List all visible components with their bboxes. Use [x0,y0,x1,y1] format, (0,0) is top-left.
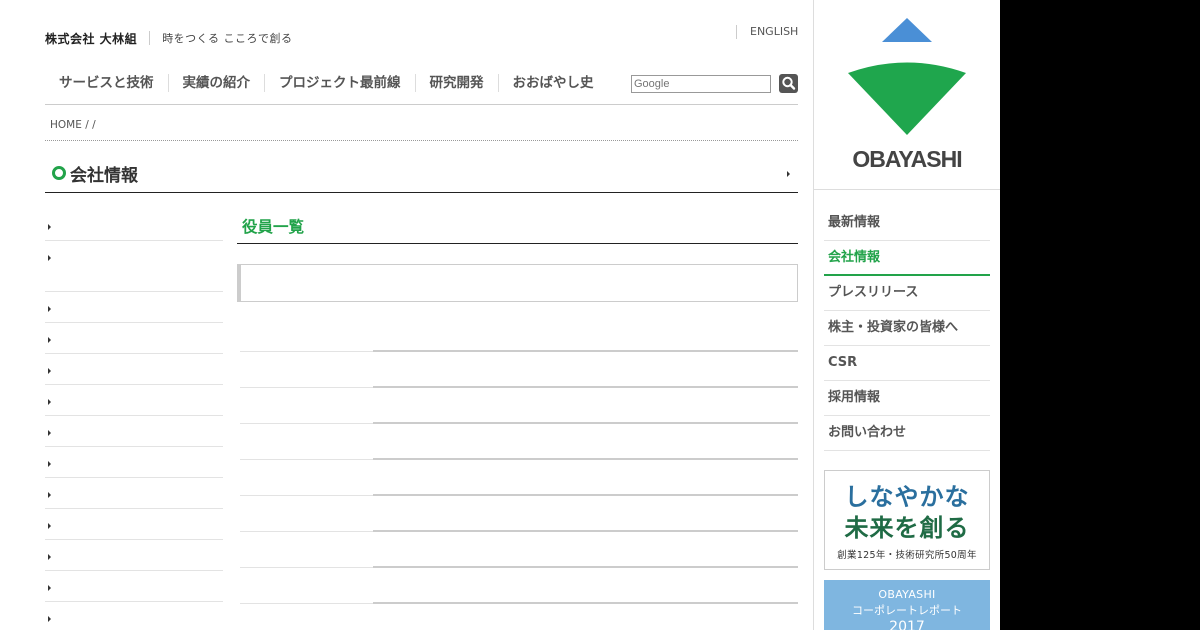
arrow-right-icon [48,430,51,436]
arrow-right-icon [48,255,51,261]
gnav-item-services[interactable]: サービスと技術 [45,74,169,92]
report-year: 2017 [889,619,925,630]
banner-headline-2: 未来を創る [844,514,970,542]
table-row [240,424,798,460]
ring-icon [52,166,66,180]
search-icon [782,76,796,90]
local-nav-item[interactable] [45,210,223,241]
main-header: 役員一覧 [237,210,798,244]
local-nav-item[interactable] [45,602,223,630]
banner-subtitle: 創業125年・技術研究所50周年 [837,550,977,561]
section-header: 会社情報 [45,160,798,193]
logo-wordmark: OBAYASHI [852,146,962,172]
arrow-right-icon [48,337,51,343]
obayashi-logo-icon [848,18,966,135]
snav-item-press[interactable]: プレスリリース [824,276,990,311]
local-nav-item[interactable] [45,478,223,509]
local-nav-item[interactable] [45,241,223,292]
arrow-right-icon [48,616,51,622]
table-row [240,532,798,568]
snav-item-contact[interactable]: お問い合わせ [824,416,990,451]
english-link[interactable]: ENGLISH [736,25,798,39]
arrow-right-icon [48,368,51,374]
local-nav-item[interactable] [45,540,223,571]
local-nav-item[interactable] [45,323,223,354]
global-nav: サービスと技術 実績の紹介 プロジェクト最前線 研究開発 おおばやし史 [45,72,608,94]
gnav-item-history[interactable]: おおばやし史 [499,74,608,92]
breadcrumb[interactable]: HOME / / [50,119,96,131]
brand-divider [149,31,151,45]
table-row [240,352,798,388]
local-nav [45,210,223,630]
table-row [240,496,798,532]
header-divider [45,104,798,105]
snav-item-recruit[interactable]: 採用情報 [824,381,990,416]
right-sidebar: OBAYASHI 最新情報 会社情報 プレスリリース 株主・投資家の皆様へ CS… [813,0,1000,630]
arrow-right-icon [48,399,51,405]
company-tagline: 時をつくる こころで創る [162,32,293,45]
anniversary-banner[interactable]: しなやかな 未来を創る 創業125年・技術研究所50周年 [824,470,990,570]
arrow-right-icon [48,461,51,467]
table-row [240,568,798,604]
snav-item-investors[interactable]: 株主・投資家の皆様へ [824,311,990,346]
table-row [240,460,798,496]
arrow-right-icon [48,224,51,230]
gnav-item-frontline[interactable]: プロジェクト最前線 [265,74,416,92]
report-title: コーポレートレポート [852,604,962,617]
arrow-right-icon [48,585,51,591]
search-button[interactable] [779,74,798,93]
local-nav-item[interactable] [45,292,223,323]
page-title: 役員一覧 [242,218,305,236]
search-input[interactable] [631,75,771,93]
local-nav-item[interactable] [45,509,223,540]
row-divider-right [373,602,798,604]
snav-item-csr[interactable]: CSR [824,346,990,381]
site-nav: 最新情報 会社情報 プレスリリース 株主・投資家の皆様へ CSR 採用情報 お問… [824,206,990,451]
local-nav-item[interactable] [45,447,223,478]
page: 株式会社 大林組 時をつくる こころで創る ENGLISH サービスと技術 実績… [0,0,1000,630]
gnav-item-research[interactable]: 研究開発 [416,74,499,92]
chevron-right-icon[interactable] [787,171,790,177]
company-name: 株式会社 大林組 [45,31,138,46]
table-row [240,388,798,424]
arrow-right-icon [48,554,51,560]
row-divider-left [240,603,373,604]
notice-box [237,264,798,302]
corporate-report-banner[interactable]: OBAYASHI コーポレートレポート 2017 [824,580,990,630]
table-row [240,316,798,352]
local-nav-item[interactable] [45,571,223,602]
arrow-right-icon [48,523,51,529]
report-brand: OBAYASHI [878,588,936,601]
breadcrumb-divider [45,140,798,141]
brand[interactable]: 株式会社 大林組 時をつくる こころで創る [45,29,292,47]
gnav-item-projects[interactable]: 実績の紹介 [169,74,265,92]
section-title: 会社情報 [70,166,138,186]
arrow-right-icon [48,306,51,312]
local-nav-item[interactable] [45,416,223,447]
local-nav-item[interactable] [45,354,223,385]
logo-link[interactable]: OBAYASHI [814,0,1000,190]
local-nav-item[interactable] [45,385,223,416]
banner-headline-1: しなやかな [844,483,970,511]
snav-item-news[interactable]: 最新情報 [824,206,990,241]
snav-item-company[interactable]: 会社情報 [824,241,990,276]
arrow-right-icon [48,492,51,498]
